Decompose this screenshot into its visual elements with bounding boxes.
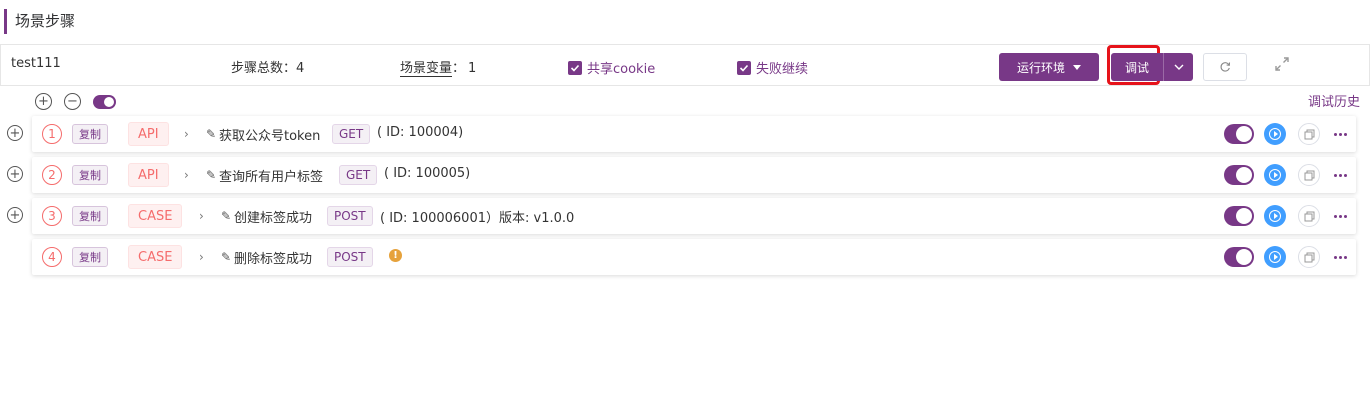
step-name: 创建标签成功: [234, 211, 313, 226]
step-index: 2: [42, 165, 62, 185]
more-icon[interactable]: [1332, 208, 1348, 224]
play-icon: [1269, 210, 1281, 222]
caret-down-icon: [1073, 64, 1081, 70]
step-row: 3 复制 CASE › ✎ 创建标签成功 POST ( ID: 10000600…: [32, 198, 1356, 234]
step-row: 4 复制 CASE › ✎ 删除标签成功 POST !: [32, 239, 1356, 275]
step-type-tag: CASE: [128, 204, 183, 228]
step-enable-toggle[interactable]: [1224, 165, 1254, 185]
pencil-icon[interactable]: ✎: [221, 250, 231, 264]
step-index: 3: [42, 206, 62, 226]
copy-tag[interactable]: 复制: [72, 165, 108, 185]
debug-button-label: 调试: [1124, 60, 1149, 75]
step-type-tag: CASE: [128, 245, 183, 269]
copy-step-button[interactable]: [1298, 123, 1320, 145]
run-environment-button[interactable]: 运行环境: [999, 53, 1099, 81]
chevron-right-icon[interactable]: ›: [199, 209, 204, 223]
more-icon[interactable]: [1332, 167, 1348, 183]
copy-icon: [1304, 129, 1314, 139]
plus-circle-icon[interactable]: +: [35, 93, 52, 110]
step-row: 2 复制 API › ✎ 查询所有用户标签 GET ( ID: 100005): [32, 157, 1356, 193]
refresh-icon: [1220, 62, 1231, 72]
copy-step-button[interactable]: [1298, 246, 1320, 268]
scenario-header: test111 步骤总数：4 场景变量： 1 共享cookie 失败继续 运行环境…: [0, 44, 1370, 86]
minus-circle-icon[interactable]: −: [64, 93, 81, 110]
method-tag: POST: [327, 206, 373, 226]
add-substep-icon[interactable]: +: [7, 166, 23, 182]
step-enable-toggle[interactable]: [1224, 206, 1254, 226]
debug-history-link[interactable]: 调试历史: [1308, 91, 1360, 110]
add-substep-icon[interactable]: +: [7, 125, 23, 141]
step-enable-toggle[interactable]: [1224, 247, 1254, 267]
chevron-down-icon: [1174, 64, 1183, 70]
pencil-icon[interactable]: ✎: [221, 209, 231, 223]
run-step-button[interactable]: [1264, 164, 1286, 186]
more-icon[interactable]: [1332, 126, 1348, 142]
copy-tag[interactable]: 复制: [72, 124, 108, 144]
steps-total-count: 4: [296, 61, 305, 76]
fullscreen-button[interactable]: [1273, 55, 1291, 73]
fail-continue-checkbox[interactable]: 失败继续: [737, 58, 808, 77]
steps-total-label: 步骤总数：: [231, 61, 297, 76]
method-tag: POST: [327, 247, 373, 267]
play-icon: [1269, 169, 1281, 181]
method-tag: GET: [339, 165, 378, 185]
step-name: 删除标签成功: [234, 252, 313, 267]
page-title: 场景步骤: [4, 9, 75, 34]
enable-all-toggle[interactable]: [93, 94, 116, 109]
scenario-name: test111: [11, 56, 61, 71]
scenario-vars: 场景变量： 1: [400, 57, 477, 77]
step-info: ( ID: 100004): [377, 125, 464, 140]
copy-icon: [1304, 252, 1314, 262]
step-index: 4: [42, 247, 62, 267]
run-step-button[interactable]: [1264, 246, 1286, 268]
step-tools: + −: [35, 93, 116, 110]
debug-dropdown-button[interactable]: [1163, 53, 1193, 81]
chevron-right-icon[interactable]: ›: [199, 250, 204, 264]
step-info: ( ID: 100006001）版本: v1.0.0: [380, 211, 575, 226]
chevron-right-icon[interactable]: ›: [184, 168, 189, 182]
play-icon: [1269, 128, 1281, 140]
copy-icon: [1304, 211, 1314, 221]
method-tag: GET: [332, 124, 371, 144]
scenario-vars-count: 1: [468, 61, 477, 76]
chevron-right-icon[interactable]: ›: [184, 127, 189, 141]
refresh-button[interactable]: [1203, 53, 1247, 81]
steps-total: 步骤总数：4: [231, 57, 304, 76]
copy-tag[interactable]: 复制: [72, 206, 108, 226]
scenario-vars-link[interactable]: 场景变量: [400, 61, 453, 77]
debug-button[interactable]: 调试: [1111, 53, 1163, 81]
step-type-tag: API: [128, 163, 169, 187]
step-row: 1 复制 API › ✎ 获取公众号token GET ( ID: 100004…: [32, 116, 1356, 152]
warning-icon[interactable]: !: [389, 249, 402, 262]
fail-continue-label: 失败继续: [756, 62, 809, 77]
step-info: ( ID: 100005): [384, 166, 471, 181]
share-cookie-checkbox[interactable]: 共享cookie: [568, 58, 655, 77]
pencil-icon[interactable]: ✎: [206, 127, 216, 141]
step-name: 获取公众号token: [219, 129, 321, 144]
run-step-button[interactable]: [1264, 205, 1286, 227]
copy-step-button[interactable]: [1298, 205, 1320, 227]
play-icon: [1269, 251, 1281, 263]
share-cookie-label: 共享cookie: [587, 62, 656, 77]
add-substep-icon[interactable]: +: [7, 207, 23, 223]
run-step-button[interactable]: [1264, 123, 1286, 145]
pencil-icon[interactable]: ✎: [206, 168, 216, 182]
step-index: 1: [42, 124, 62, 144]
step-enable-toggle[interactable]: [1224, 124, 1254, 144]
copy-step-button[interactable]: [1298, 164, 1320, 186]
fullscreen-icon: [1275, 57, 1289, 71]
step-type-tag: API: [128, 122, 169, 146]
checkbox-checked-icon: [568, 60, 582, 75]
step-name: 查询所有用户标签: [219, 170, 324, 185]
checkbox-checked-icon: [737, 60, 751, 75]
copy-icon: [1304, 170, 1314, 180]
more-icon[interactable]: [1332, 249, 1348, 265]
run-environment-label: 运行环境: [1016, 60, 1065, 75]
scenario-vars-colon: ：: [452, 61, 466, 76]
copy-tag[interactable]: 复制: [72, 247, 108, 267]
